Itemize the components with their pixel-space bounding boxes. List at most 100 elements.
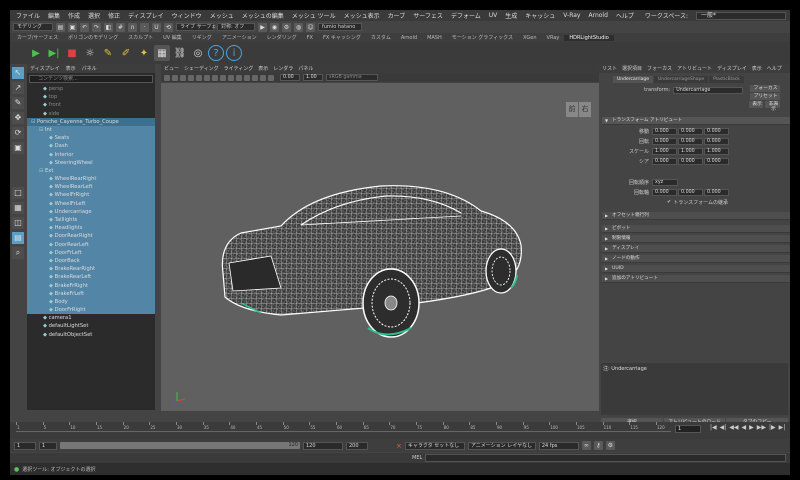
- hide-button[interactable]: 非表示: [765, 101, 780, 112]
- section-offset-parent[interactable]: ▶ オフセット親行列: [602, 212, 790, 220]
- menu-item[interactable]: 編集: [44, 11, 64, 20]
- menu-item[interactable]: サーフェス: [409, 11, 447, 20]
- stop-icon[interactable]: ■: [64, 45, 80, 61]
- outliner-item[interactable]: ◆ Body: [27, 297, 155, 307]
- shelf-tab[interactable]: リギング: [187, 34, 217, 41]
- command-input[interactable]: [425, 454, 786, 462]
- textured-icon[interactable]: [212, 74, 218, 81]
- shelf-tab[interactable]: ポリゴンのモデリング: [63, 34, 123, 41]
- outliner-item[interactable]: ◆ persp: [27, 85, 155, 93]
- shelf-tab[interactable]: カーブ/サーフェス: [12, 34, 63, 41]
- transform-value-field[interactable]: 0.000: [678, 127, 703, 135]
- shelf-tab[interactable]: VRay: [542, 35, 565, 41]
- play-back-icon[interactable]: ◀: [742, 424, 747, 431]
- menu-item[interactable]: デフォーム: [447, 11, 485, 20]
- light-icon[interactable]: ☼: [82, 45, 98, 61]
- viewport-menu-item[interactable]: 表示: [258, 65, 268, 72]
- outliner-item[interactable]: ⊟ Int: [27, 125, 155, 135]
- transform-value-field[interactable]: 0.000: [704, 137, 729, 145]
- redo-icon[interactable]: ↷: [92, 22, 101, 32]
- go-start-icon[interactable]: |◀: [710, 424, 717, 431]
- lights-icon[interactable]: [220, 74, 226, 81]
- exposure-field[interactable]: 0.00: [280, 74, 300, 81]
- outliner-item[interactable]: ◆ SteeringWheel: [27, 158, 155, 167]
- preset-button[interactable]: プリセット: [749, 93, 780, 100]
- gamma-field[interactable]: 1.00: [303, 74, 323, 81]
- outliner-item[interactable]: ◆ WheelRearRight: [27, 175, 155, 184]
- light-paint-icon[interactable]: ✐: [118, 45, 134, 61]
- viewport-menu-item[interactable]: レンダラ: [273, 65, 293, 72]
- snap-grid-icon[interactable]: #: [116, 22, 125, 32]
- help-icon[interactable]: ?: [208, 45, 224, 61]
- attr-menu-item[interactable]: 表示: [752, 65, 762, 72]
- attr-section[interactable]: ▶ 制限情報: [602, 235, 790, 243]
- outliner-item[interactable]: ◆ defaultLightSet: [27, 322, 155, 330]
- outliner-menu-item[interactable]: ディスプレイ: [30, 65, 60, 72]
- symmetry-dropdown[interactable]: 対称: オフ: [217, 23, 255, 31]
- shadows-icon[interactable]: [228, 74, 234, 81]
- attr-menu-item[interactable]: フォーカス: [647, 65, 672, 72]
- paint-select-icon[interactable]: ✎: [12, 97, 24, 109]
- outliner-item[interactable]: ◆ BrakeFrRight: [27, 281, 155, 290]
- menu-item[interactable]: メッシュの編集: [238, 11, 288, 20]
- save-icon[interactable]: ▣: [68, 22, 77, 32]
- show-button[interactable]: 表示: [749, 101, 763, 108]
- outliner-item[interactable]: ◆ DoorFrLeft: [27, 248, 155, 257]
- outliner-item[interactable]: ◆ BrakeRearRight: [27, 265, 155, 274]
- transform-value-field[interactable]: 0.000: [704, 157, 729, 165]
- transform-value-field[interactable]: 1.000: [704, 147, 729, 155]
- attr-menu-item[interactable]: ヘルプ: [767, 65, 782, 72]
- character-set-dropdown[interactable]: キャラクタ セットなし: [404, 441, 465, 450]
- outliner-item[interactable]: ◆ Taillights: [27, 216, 155, 225]
- layout-outliner-icon[interactable]: ▤: [12, 232, 24, 244]
- workspace-dropdown[interactable]: 一般*: [696, 11, 786, 20]
- shelf-tab[interactable]: レンダリング: [262, 34, 302, 41]
- outliner-item[interactable]: ◆ DoorRearRight: [27, 232, 155, 241]
- menu-item[interactable]: メッシュ表示: [340, 11, 384, 20]
- user-dropdown[interactable]: fumio hatano: [318, 23, 362, 31]
- transform-value-field[interactable]: 1.000: [678, 147, 703, 155]
- rotate-order-dropdown[interactable]: xyz: [652, 178, 678, 186]
- mode-dropdown[interactable]: モデリング: [13, 23, 53, 31]
- light-add-icon[interactable]: ✦: [136, 45, 152, 61]
- rotate-axis-y[interactable]: 0.000: [678, 188, 703, 196]
- range-bar[interactable]: 120: [60, 442, 300, 449]
- outliner-item[interactable]: ◆ Headlights: [27, 224, 155, 233]
- ao-icon[interactable]: [236, 74, 242, 81]
- hypershade-icon[interactable]: ◍: [294, 22, 303, 32]
- render-settings-icon[interactable]: ⚙: [282, 22, 291, 32]
- key-icon[interactable]: ⚷: [593, 441, 603, 450]
- current-frame-field[interactable]: 1: [675, 425, 701, 433]
- live-surface-field[interactable]: ライブ サーフェスなし: [176, 23, 231, 31]
- menu-item[interactable]: 修正: [104, 11, 124, 20]
- tab-plastic-black[interactable]: PlasticBlack: [709, 76, 744, 83]
- grid-icon[interactable]: ▦: [154, 45, 170, 61]
- loop-icon[interactable]: ∞: [581, 441, 591, 450]
- go-end-icon[interactable]: ▶|: [779, 424, 786, 431]
- outliner-item[interactable]: ◆ side: [27, 110, 155, 118]
- fps-dropdown[interactable]: 24 fps: [538, 441, 579, 450]
- transform-value-field[interactable]: 0.000: [704, 127, 729, 135]
- shelf-tab[interactable]: UV 編集: [158, 34, 187, 41]
- outliner-item[interactable]: ◆ Dash: [27, 142, 155, 151]
- menu-item[interactable]: ファイル: [12, 11, 44, 20]
- menu-item[interactable]: キャッシュ: [521, 11, 559, 20]
- colorspace-dropdown[interactable]: sRGB gamma: [326, 74, 378, 81]
- folder-icon[interactable]: ▤: [56, 22, 65, 32]
- settings-icon[interactable]: ⚙: [605, 441, 615, 450]
- wireframe-icon[interactable]: [196, 74, 202, 81]
- view-cube-right[interactable]: 右: [579, 102, 591, 117]
- outliner-item[interactable]: ◆ DoorRearLeft: [27, 240, 155, 249]
- shelf-tab-active[interactable]: HDRLightStudio: [564, 34, 614, 41]
- camera-icon[interactable]: ◎: [190, 45, 206, 61]
- link-icon[interactable]: ⛓: [172, 45, 188, 61]
- shelf-tab[interactable]: Arnold: [396, 35, 422, 41]
- render-icon[interactable]: ▶: [258, 22, 267, 32]
- viewport-menu-item[interactable]: ライティング: [224, 65, 254, 72]
- viewport-menu-item[interactable]: パネル: [298, 65, 313, 72]
- aa-icon[interactable]: [244, 74, 250, 81]
- outliner-item[interactable]: ◆ WheelFrRight: [27, 191, 155, 200]
- menu-item[interactable]: 生成: [501, 11, 521, 20]
- menu-item[interactable]: 作成: [64, 11, 84, 20]
- 3d-viewport[interactable]: 前 右 persp: [161, 83, 599, 411]
